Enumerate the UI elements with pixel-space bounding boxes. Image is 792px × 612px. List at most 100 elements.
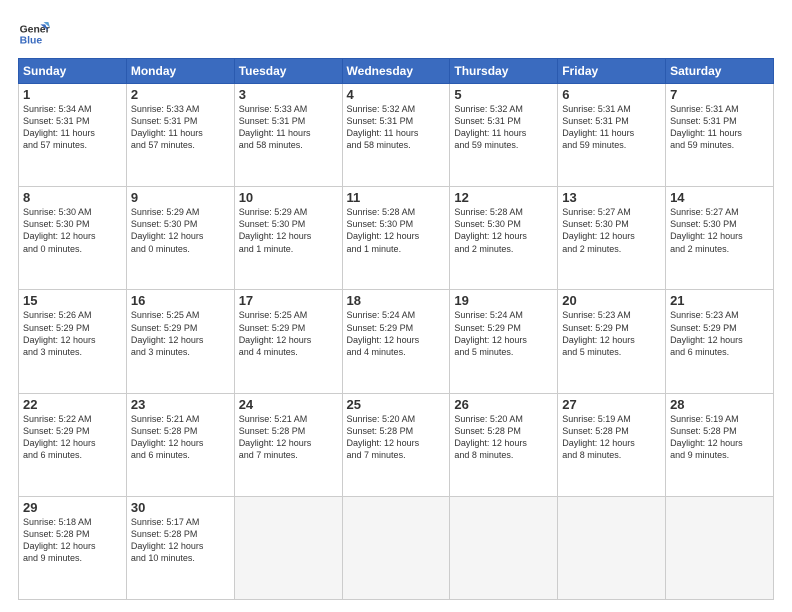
col-sunday: Sunday <box>19 59 127 84</box>
day-number: 5 <box>454 87 553 102</box>
col-thursday: Thursday <box>450 59 558 84</box>
day-number: 19 <box>454 293 553 308</box>
day-number: 30 <box>131 500 230 515</box>
calendar-cell: 19 Sunrise: 5:24 AMSunset: 5:29 PMDaylig… <box>450 290 558 393</box>
calendar-cell: 8 Sunrise: 5:30 AMSunset: 5:30 PMDayligh… <box>19 187 127 290</box>
calendar-header-row: Sunday Monday Tuesday Wednesday Thursday… <box>19 59 774 84</box>
day-number: 7 <box>670 87 769 102</box>
day-number: 26 <box>454 397 553 412</box>
day-number: 16 <box>131 293 230 308</box>
day-info: Sunrise: 5:25 AMSunset: 5:29 PMDaylight:… <box>239 309 338 358</box>
col-friday: Friday <box>558 59 666 84</box>
calendar-cell: 26 Sunrise: 5:20 AMSunset: 5:28 PMDaylig… <box>450 393 558 496</box>
day-info: Sunrise: 5:23 AMSunset: 5:29 PMDaylight:… <box>670 309 769 358</box>
calendar-cell: 16 Sunrise: 5:25 AMSunset: 5:29 PMDaylig… <box>126 290 234 393</box>
day-number: 23 <box>131 397 230 412</box>
day-info: Sunrise: 5:20 AMSunset: 5:28 PMDaylight:… <box>454 413 553 462</box>
calendar-cell: 9 Sunrise: 5:29 AMSunset: 5:30 PMDayligh… <box>126 187 234 290</box>
calendar-cell: 17 Sunrise: 5:25 AMSunset: 5:29 PMDaylig… <box>234 290 342 393</box>
day-info: Sunrise: 5:22 AMSunset: 5:29 PMDaylight:… <box>23 413 122 462</box>
calendar-cell: 10 Sunrise: 5:29 AMSunset: 5:30 PMDaylig… <box>234 187 342 290</box>
day-number: 12 <box>454 190 553 205</box>
day-info: Sunrise: 5:25 AMSunset: 5:29 PMDaylight:… <box>131 309 230 358</box>
calendar-cell: 15 Sunrise: 5:26 AMSunset: 5:29 PMDaylig… <box>19 290 127 393</box>
day-number: 18 <box>347 293 446 308</box>
day-number: 4 <box>347 87 446 102</box>
day-number: 29 <box>23 500 122 515</box>
day-info: Sunrise: 5:29 AMSunset: 5:30 PMDaylight:… <box>239 206 338 255</box>
calendar-cell: 1 Sunrise: 5:34 AMSunset: 5:31 PMDayligh… <box>19 84 127 187</box>
day-info: Sunrise: 5:29 AMSunset: 5:30 PMDaylight:… <box>131 206 230 255</box>
calendar-cell: 30 Sunrise: 5:17 AMSunset: 5:28 PMDaylig… <box>126 496 234 599</box>
calendar-cell <box>558 496 666 599</box>
day-number: 14 <box>670 190 769 205</box>
calendar-cell <box>342 496 450 599</box>
day-info: Sunrise: 5:21 AMSunset: 5:28 PMDaylight:… <box>239 413 338 462</box>
day-info: Sunrise: 5:34 AMSunset: 5:31 PMDaylight:… <box>23 103 122 152</box>
day-number: 8 <box>23 190 122 205</box>
calendar-cell: 24 Sunrise: 5:21 AMSunset: 5:28 PMDaylig… <box>234 393 342 496</box>
calendar-cell: 18 Sunrise: 5:24 AMSunset: 5:29 PMDaylig… <box>342 290 450 393</box>
day-number: 10 <box>239 190 338 205</box>
calendar-cell: 6 Sunrise: 5:31 AMSunset: 5:31 PMDayligh… <box>558 84 666 187</box>
day-info: Sunrise: 5:23 AMSunset: 5:29 PMDaylight:… <box>562 309 661 358</box>
day-number: 11 <box>347 190 446 205</box>
calendar-cell <box>666 496 774 599</box>
day-info: Sunrise: 5:24 AMSunset: 5:29 PMDaylight:… <box>454 309 553 358</box>
day-info: Sunrise: 5:30 AMSunset: 5:30 PMDaylight:… <box>23 206 122 255</box>
day-info: Sunrise: 5:27 AMSunset: 5:30 PMDaylight:… <box>562 206 661 255</box>
calendar-cell: 13 Sunrise: 5:27 AMSunset: 5:30 PMDaylig… <box>558 187 666 290</box>
calendar-cell: 7 Sunrise: 5:31 AMSunset: 5:31 PMDayligh… <box>666 84 774 187</box>
day-info: Sunrise: 5:32 AMSunset: 5:31 PMDaylight:… <box>347 103 446 152</box>
day-info: Sunrise: 5:18 AMSunset: 5:28 PMDaylight:… <box>23 516 122 565</box>
page: General Blue Sunday Monday Tuesday Wedne… <box>0 0 792 612</box>
calendar-week-row: 29 Sunrise: 5:18 AMSunset: 5:28 PMDaylig… <box>19 496 774 599</box>
calendar-cell: 2 Sunrise: 5:33 AMSunset: 5:31 PMDayligh… <box>126 84 234 187</box>
calendar-cell: 14 Sunrise: 5:27 AMSunset: 5:30 PMDaylig… <box>666 187 774 290</box>
calendar-cell: 4 Sunrise: 5:32 AMSunset: 5:31 PMDayligh… <box>342 84 450 187</box>
calendar-cell: 5 Sunrise: 5:32 AMSunset: 5:31 PMDayligh… <box>450 84 558 187</box>
col-wednesday: Wednesday <box>342 59 450 84</box>
day-number: 6 <box>562 87 661 102</box>
day-info: Sunrise: 5:28 AMSunset: 5:30 PMDaylight:… <box>347 206 446 255</box>
col-saturday: Saturday <box>666 59 774 84</box>
calendar-table: Sunday Monday Tuesday Wednesday Thursday… <box>18 58 774 600</box>
day-info: Sunrise: 5:31 AMSunset: 5:31 PMDaylight:… <box>562 103 661 152</box>
calendar-week-row: 22 Sunrise: 5:22 AMSunset: 5:29 PMDaylig… <box>19 393 774 496</box>
col-monday: Monday <box>126 59 234 84</box>
calendar-cell: 22 Sunrise: 5:22 AMSunset: 5:29 PMDaylig… <box>19 393 127 496</box>
calendar-cell: 21 Sunrise: 5:23 AMSunset: 5:29 PMDaylig… <box>666 290 774 393</box>
day-info: Sunrise: 5:17 AMSunset: 5:28 PMDaylight:… <box>131 516 230 565</box>
day-info: Sunrise: 5:26 AMSunset: 5:29 PMDaylight:… <box>23 309 122 358</box>
day-info: Sunrise: 5:24 AMSunset: 5:29 PMDaylight:… <box>347 309 446 358</box>
header: General Blue <box>18 18 774 50</box>
day-number: 28 <box>670 397 769 412</box>
day-info: Sunrise: 5:33 AMSunset: 5:31 PMDaylight:… <box>131 103 230 152</box>
day-info: Sunrise: 5:20 AMSunset: 5:28 PMDaylight:… <box>347 413 446 462</box>
calendar-cell: 12 Sunrise: 5:28 AMSunset: 5:30 PMDaylig… <box>450 187 558 290</box>
day-number: 1 <box>23 87 122 102</box>
col-tuesday: Tuesday <box>234 59 342 84</box>
day-number: 9 <box>131 190 230 205</box>
day-info: Sunrise: 5:33 AMSunset: 5:31 PMDaylight:… <box>239 103 338 152</box>
day-number: 24 <box>239 397 338 412</box>
logo-icon: General Blue <box>18 18 50 50</box>
day-info: Sunrise: 5:28 AMSunset: 5:30 PMDaylight:… <box>454 206 553 255</box>
day-number: 3 <box>239 87 338 102</box>
day-info: Sunrise: 5:19 AMSunset: 5:28 PMDaylight:… <box>670 413 769 462</box>
day-number: 27 <box>562 397 661 412</box>
day-number: 2 <box>131 87 230 102</box>
day-info: Sunrise: 5:21 AMSunset: 5:28 PMDaylight:… <box>131 413 230 462</box>
calendar-week-row: 8 Sunrise: 5:30 AMSunset: 5:30 PMDayligh… <box>19 187 774 290</box>
day-number: 15 <box>23 293 122 308</box>
calendar-cell <box>234 496 342 599</box>
calendar-cell: 25 Sunrise: 5:20 AMSunset: 5:28 PMDaylig… <box>342 393 450 496</box>
day-number: 21 <box>670 293 769 308</box>
logo: General Blue <box>18 18 54 50</box>
calendar-week-row: 1 Sunrise: 5:34 AMSunset: 5:31 PMDayligh… <box>19 84 774 187</box>
day-number: 17 <box>239 293 338 308</box>
day-info: Sunrise: 5:19 AMSunset: 5:28 PMDaylight:… <box>562 413 661 462</box>
calendar-cell: 28 Sunrise: 5:19 AMSunset: 5:28 PMDaylig… <box>666 393 774 496</box>
day-number: 13 <box>562 190 661 205</box>
svg-text:Blue: Blue <box>20 36 43 47</box>
